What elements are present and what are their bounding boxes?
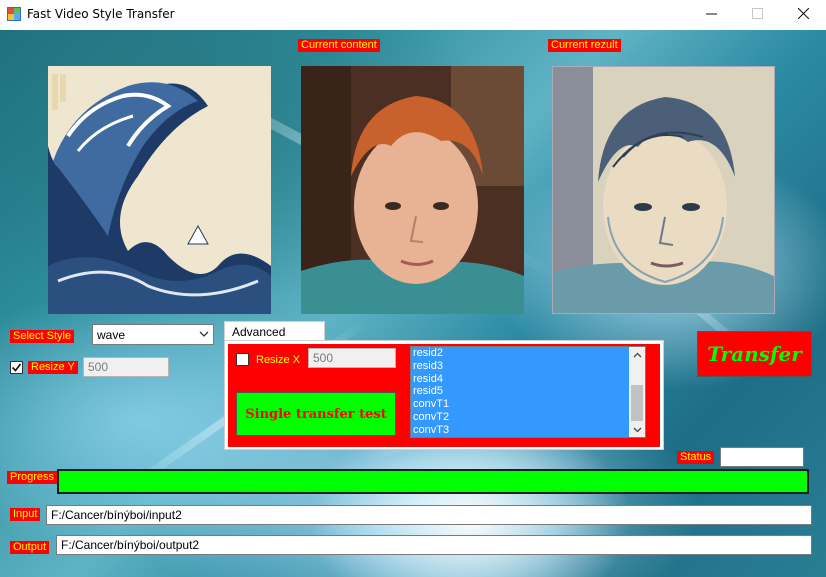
current-content-label: Current content [298,39,380,52]
output-path-field[interactable]: F:/Cancer/bínýboi/output2 [56,535,812,555]
style-dropdown[interactable]: wave [92,324,214,345]
resize-x-label: Resize X [256,354,301,366]
layers-listbox[interactable]: resid2 resid3 resid4 resid5 convT1 convT… [410,346,646,438]
app-icon[interactable] [7,7,21,21]
style-image [48,66,271,314]
resize-y-field[interactable]: 500 [83,357,169,377]
resize-x-checkbox[interactable] [236,353,249,366]
advanced-options-panel: Resize X 500 Single transfer test resid2… [224,340,664,450]
resize-x-field[interactable]: 500 [308,348,396,368]
result-image [552,66,775,314]
single-transfer-test-button[interactable]: Single transfer test [236,392,396,436]
maximize-icon [751,8,763,22]
list-item[interactable]: resid3 [411,360,645,373]
status-field [720,447,804,467]
input-path-field[interactable]: F:/Cancer/bínýboi/input2 [46,505,812,525]
listbox-scrollbar[interactable] [629,347,645,437]
layers-list: resid2 resid3 resid4 resid5 convT1 convT… [411,347,645,437]
list-item[interactable]: resid5 [411,385,645,398]
window-title: Fast Video Style Transfer [27,7,175,21]
minimize-button[interactable] [688,0,734,30]
chevron-up-icon[interactable] [629,347,645,363]
list-item[interactable]: convT2 [411,411,645,424]
output-label: Output [10,541,50,554]
transfer-button[interactable]: Transfer [697,331,812,377]
main-panel: Current content Current rezult Select St… [0,30,826,577]
check-icon [11,362,22,376]
select-style-label: Select Style [10,330,75,343]
current-result-label: Current rezult [548,39,621,52]
scrollbar-thumb[interactable] [631,385,643,421]
content-image [301,66,524,314]
advanced-options-content: Resize X 500 Single transfer test resid2… [228,344,660,447]
input-label: Input [10,508,41,521]
resize-y-checkbox[interactable] [10,361,23,374]
style-dropdown-value: wave [97,328,126,342]
status-label: Status [677,451,715,464]
progress-bar [57,469,809,494]
progress-label: Progress [7,471,58,484]
close-icon [797,7,809,22]
list-item[interactable]: convT3 [411,424,645,437]
chevron-down-icon [198,328,210,343]
list-item[interactable]: convT1 [411,398,645,411]
resize-y-label: Resize Y [28,361,78,374]
chevron-down-icon[interactable] [629,421,645,437]
maximize-button[interactable] [734,0,780,30]
tab-advanced-options[interactable]: Advanced options [224,321,325,353]
title-bar: Fast Video Style Transfer [0,0,826,30]
close-button[interactable] [780,0,826,30]
list-item[interactable]: resid4 [411,373,645,386]
list-item[interactable]: resid2 [411,347,645,360]
minimize-icon [705,8,717,22]
